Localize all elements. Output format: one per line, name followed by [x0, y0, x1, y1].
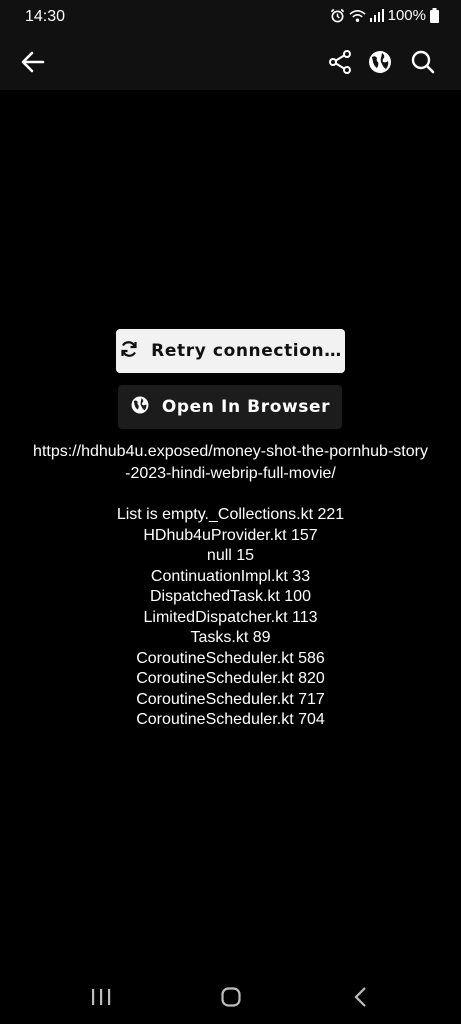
error-url: https://hdhub4u.exposed/money-shot-the-p… [10, 441, 451, 485]
retry-connection-button[interactable]: Retry connection… [116, 329, 345, 373]
stack-line: CoroutineScheduler.kt 704 [136, 711, 325, 728]
open-in-browser-button[interactable]: Open In Browser [118, 385, 342, 429]
browser-label: Open In Browser [161, 397, 331, 417]
globe-icon [130, 395, 150, 420]
back-icon[interactable] [346, 984, 376, 1010]
alarm-icon [330, 8, 345, 23]
top-toolbar [0, 34, 461, 90]
arrow-left-icon[interactable] [19, 48, 47, 76]
signal-icon [369, 9, 384, 22]
share-icon[interactable] [326, 48, 354, 76]
url-line-1: https://hdhub4u.exposed/money-shot-the-p… [33, 443, 428, 460]
retry-label: Retry connection… [151, 341, 342, 361]
stack-line: CoroutineScheduler.kt 586 [136, 649, 325, 667]
stack-line: DispatchedTask.kt 100 [150, 588, 311, 605]
wifi-icon [349, 9, 366, 23]
stack-line: HDhub4uProvider.kt 157 [143, 526, 318, 544]
system-nav-bar [0, 970, 461, 1024]
stack-line: ContinuationImpl.kt 33 [150, 567, 311, 585]
stack-line: CoroutineScheduler.kt 820 [136, 670, 325, 687]
status-time: 14:30 [25, 8, 66, 25]
url-line-2: -2023-hindi-webrip-full-movie/ [125, 465, 336, 482]
status-bar: 14:30 100% [0, 0, 461, 34]
stack-line: CoroutineScheduler.kt 717 [136, 690, 325, 708]
home-icon[interactable] [216, 984, 246, 1010]
globe-icon[interactable] [366, 48, 394, 76]
stack-line: Tasks.kt 89 [190, 629, 271, 646]
stack-line: LimitedDispatcher.kt 113 [143, 608, 318, 626]
battery-icon [430, 8, 439, 23]
battery-text: 100% [387, 7, 426, 24]
refresh-icon [119, 339, 139, 364]
search-icon[interactable] [409, 48, 437, 76]
status-icons: 100% [330, 7, 439, 24]
stack-line: List is empty._Collections.kt 221 [116, 506, 345, 523]
recents-icon[interactable] [86, 984, 116, 1010]
error-stack-trace: List is empty._Collections.kt 221 HDhub4… [0, 505, 461, 731]
stack-line: null 15 [206, 547, 255, 564]
